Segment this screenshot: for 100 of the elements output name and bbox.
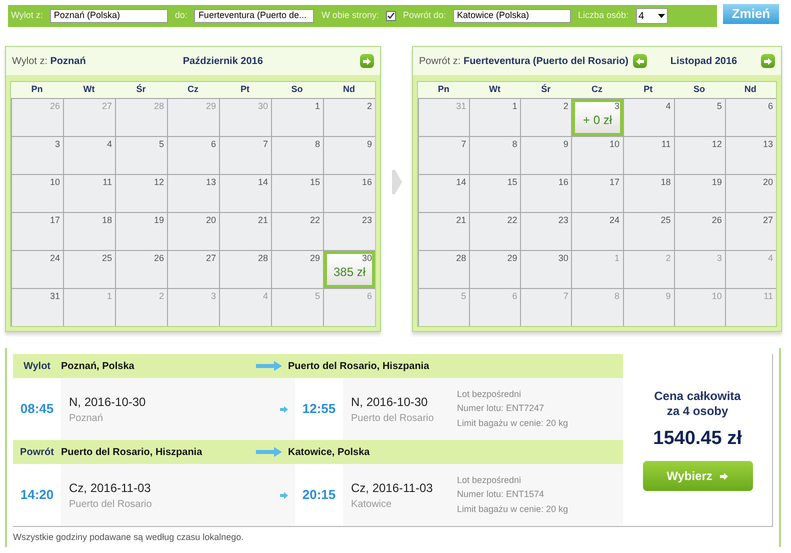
day-number: 20 xyxy=(206,216,216,225)
to-field[interactable]: Fuerteventura (Puerto de... xyxy=(194,9,314,23)
calendar-day[interactable]: 25 xyxy=(624,213,674,250)
calendar-day[interactable]: 20 xyxy=(726,175,776,212)
arrival-date: Cz, 2016-11-03 xyxy=(351,480,434,496)
calendar-day[interactable]: 16 xyxy=(521,175,572,212)
day-number: 18 xyxy=(102,216,112,225)
day-number: 30 xyxy=(362,254,372,263)
calendar-day[interactable]: 9 xyxy=(521,137,572,174)
calendar-day[interactable]: 14 xyxy=(220,175,271,212)
day-number: 2 xyxy=(158,292,164,301)
calendar-day[interactable]: 27 xyxy=(168,251,219,288)
calendar-day[interactable]: 21 xyxy=(220,213,271,250)
day-number: 1 xyxy=(512,102,518,111)
day-number: 26 xyxy=(50,102,60,111)
weekday-label: Cz xyxy=(186,83,200,96)
next-month-button[interactable] xyxy=(360,54,374,68)
calendar-day[interactable]: 12 xyxy=(116,175,167,212)
calendar-day[interactable]: 30 xyxy=(521,251,572,288)
calendar-day[interactable]: 22 xyxy=(470,213,520,250)
month-label: Październik 2016 xyxy=(182,54,264,68)
round-trip-checkbox[interactable] xyxy=(386,11,396,21)
day-number: 14 xyxy=(258,178,268,187)
calendar-day[interactable]: 17 xyxy=(572,175,623,212)
calendar-day[interactable]: 19 xyxy=(116,213,167,250)
calendar-day[interactable]: 26 xyxy=(116,251,167,288)
day-number: 2 xyxy=(666,254,671,263)
calendar-day[interactable]: 31 xyxy=(12,289,63,326)
return-label: Powrót do: xyxy=(402,9,446,22)
previous-month-button[interactable] xyxy=(632,54,646,68)
calendar-day[interactable]: 17 xyxy=(12,213,63,250)
calendar-day[interactable]: 3 xyxy=(12,137,63,174)
arrow-right-icon xyxy=(280,492,288,498)
calendar-day[interactable]: 19 xyxy=(674,175,725,212)
calendar-day[interactable]: 5 xyxy=(116,137,167,174)
calendar-day[interactable]: 30 385 zł xyxy=(324,251,375,288)
calendar-day[interactable]: 11 xyxy=(624,137,674,174)
day-number: 19 xyxy=(154,216,164,225)
calendar-day[interactable]: 7 xyxy=(419,137,470,174)
next-month-button[interactable] xyxy=(761,54,775,68)
day-number: 31 xyxy=(50,292,60,301)
calendar-day[interactable]: 20 xyxy=(168,213,219,250)
day-number: 26 xyxy=(154,254,164,263)
calendar-day[interactable]: 6 xyxy=(726,99,776,136)
calendar-day[interactable]: 29 xyxy=(272,251,323,288)
calendar-day[interactable]: 3 + 0 zł xyxy=(572,99,623,136)
calendar-day[interactable]: 26 xyxy=(674,213,725,250)
calendar-day[interactable]: 13 xyxy=(726,137,776,174)
calendar-day[interactable]: 2 xyxy=(521,99,572,136)
from-field[interactable]: Poznań (Polska) xyxy=(50,9,168,23)
calendar-day[interactable]: 23 xyxy=(324,213,375,250)
calendar-day[interactable]: 27 xyxy=(726,213,776,250)
calendar-day[interactable]: 6 xyxy=(168,137,219,174)
return-field[interactable]: Katowice (Polska) xyxy=(453,9,571,23)
calendar-day[interactable]: 9 xyxy=(324,137,375,174)
calendar-day[interactable]: 25 xyxy=(64,251,115,288)
calendar-day[interactable]: 10 xyxy=(12,175,63,212)
day-number: 27 xyxy=(206,254,216,263)
calendar-day[interactable]: 28 xyxy=(419,251,470,288)
weekday-label: So xyxy=(692,83,706,96)
day-number: 10 xyxy=(712,292,722,301)
calendar-day[interactable]: 18 xyxy=(64,213,115,250)
calendar-day[interactable]: 1 xyxy=(470,99,520,136)
calendar-day[interactable]: 23 xyxy=(521,213,572,250)
calendar-day[interactable]: 2 xyxy=(324,99,375,136)
to-label: do: xyxy=(174,9,188,22)
calendar-day[interactable]: 28 xyxy=(220,251,271,288)
calendar-day[interactable]: 8 xyxy=(272,137,323,174)
day-number: 3 xyxy=(716,254,722,263)
calendar-day[interactable]: 10 xyxy=(572,137,623,174)
day-number: 8 xyxy=(314,140,320,149)
day-number: 17 xyxy=(50,216,60,225)
calendar-day[interactable]: 4 xyxy=(64,137,115,174)
persons-select[interactable]: 4 xyxy=(636,8,668,24)
weekday-label: Pn xyxy=(436,83,450,96)
calendar-day[interactable]: 13 xyxy=(168,175,219,212)
day-number: 5 xyxy=(461,292,466,301)
calendar-day[interactable]: 24 xyxy=(572,213,623,250)
calendar-day[interactable]: 7 xyxy=(220,137,271,174)
calendar-day[interactable]: 5 xyxy=(674,99,725,136)
calendar-day[interactable]: 8 xyxy=(470,137,520,174)
calendar-day[interactable]: 21 xyxy=(419,213,470,250)
calendar-day[interactable]: 12 xyxy=(674,137,725,174)
departure-city: Puerto del Rosario xyxy=(69,498,153,512)
calendar-day[interactable]: 14 xyxy=(419,175,470,212)
calendar-day[interactable]: 15 xyxy=(272,175,323,212)
calendar-day[interactable]: 1 xyxy=(272,99,323,136)
day-number: 10 xyxy=(50,178,60,187)
calendar-day[interactable]: 15 xyxy=(470,175,520,212)
calendar-day[interactable]: 24 xyxy=(12,251,63,288)
arrow-right-icon xyxy=(764,58,772,64)
flight-info: Limit bagażu w cenie: 20 kg xyxy=(457,416,570,430)
calendar-day[interactable]: 18 xyxy=(624,175,674,212)
day-number: 11 xyxy=(102,178,112,187)
calendar-day[interactable]: 22 xyxy=(272,213,323,250)
calendar-day[interactable]: 16 xyxy=(324,175,375,212)
calendar-day[interactable]: 11 xyxy=(64,175,115,212)
calendar-day[interactable]: 29 xyxy=(470,251,520,288)
day-number: 27 xyxy=(762,216,773,225)
calendar-day[interactable]: 4 xyxy=(624,99,674,136)
